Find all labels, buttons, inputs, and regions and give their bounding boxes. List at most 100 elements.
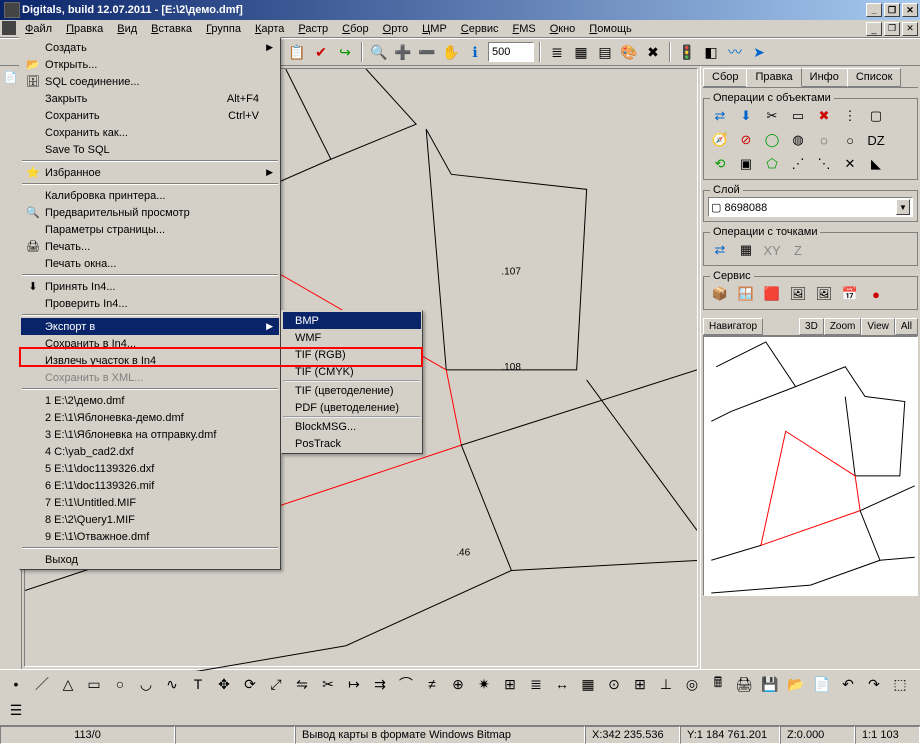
bt-group-icon[interactable]: ⊞ [498,672,522,696]
menu-sql-conn[interactable]: 🗄SQL соединение... [21,73,279,90]
grid-icon[interactable]: ▤ [594,41,616,63]
pt-xy-button[interactable]: XY [760,239,784,261]
compass-icon[interactable]: 🧭 [708,129,732,151]
cross-icon[interactable]: ✕ [838,153,862,175]
tab-info[interactable]: Инфо [801,68,848,87]
bt-scale-icon[interactable]: ⤢ [264,672,288,696]
del-circle-icon[interactable]: ⊘ [734,129,758,151]
maximize-button[interactable]: ❐ [884,3,900,17]
bt-arc-icon[interactable]: ◡ [134,672,158,696]
menu-save-as[interactable]: Сохранить как... [21,124,279,141]
curve-icon[interactable]: 〰 [724,41,746,63]
export-pdf-sep[interactable]: PDF (цветоделение) [283,399,421,416]
menu-preview[interactable]: 🔍Предварительный просмотр [21,204,279,221]
srv-colors-icon[interactable]: 🟥 [760,283,784,305]
menu-service[interactable]: Сервис [454,22,506,36]
bt-new-icon[interactable]: 📄 [810,672,834,696]
bt-extend-icon[interactable]: ↦ [342,672,366,696]
bt-rotate-icon[interactable]: ⟳ [238,672,262,696]
bt-mirror-icon[interactable]: ⇋ [290,672,314,696]
srv-img2-icon[interactable]: 🖼 [812,283,836,305]
menu-favorites[interactable]: ⭐Избранное▶ [21,164,279,181]
nav-all[interactable]: All [895,318,918,335]
menu-print[interactable]: 🖨Печать... [21,238,279,255]
menu-edit[interactable]: Правка [59,22,110,36]
info-icon[interactable]: ℹ [464,41,486,63]
redo-icon[interactable]: ↪ [334,41,356,63]
doc-icon[interactable]: 📄 [2,68,20,86]
down-icon[interactable]: ⬇ [734,105,758,127]
menu-page-setup[interactable]: Параметры страницы... [21,221,279,238]
bt-snap-icon[interactable]: ⊙ [602,672,626,696]
tab-list[interactable]: Список [847,68,902,87]
tab-collect[interactable]: Сбор [703,68,747,87]
poly-icon[interactable]: ⬠ [760,153,784,175]
menu-recent-3[interactable]: 3 E:\1\Яблоневка на отправку.dmf [21,426,279,443]
bt-calc-icon[interactable]: 🖩 [706,672,730,696]
menu-extract-in4[interactable]: Извлечь участок в In4 [21,352,279,369]
menu-recent-4[interactable]: 4 C:\yab_cad2.dxf [21,443,279,460]
dz-icon[interactable]: DZ [864,129,888,151]
menu-close[interactable]: ЗакрытьAlt+F4 [21,90,279,107]
bt-print-icon[interactable]: 🖨 [732,672,756,696]
palette-icon[interactable]: 🎨 [618,41,640,63]
bt-move-icon[interactable]: ✥ [212,672,236,696]
export-wmf[interactable]: WMF [283,329,421,346]
menu-recent-6[interactable]: 6 E:\1\doc1139326.mif [21,477,279,494]
slash-icon[interactable]: ✖ [812,105,836,127]
table-icon[interactable]: ▦ [570,41,592,63]
srv-cal-icon[interactable]: 📅 [838,283,862,305]
bt-redo2-icon[interactable]: ↷ [862,672,886,696]
chevron-down-icon[interactable]: ▼ [896,199,910,215]
bt-line-icon[interactable]: ／ [30,672,54,696]
arrow-icon[interactable]: ➤ [748,41,770,63]
menu-recent-7[interactable]: 7 E:\1\Untitled.MIF [21,494,279,511]
bt-text-icon[interactable]: T [186,672,210,696]
ellipse2-icon[interactable]: ◍ [786,129,810,151]
bt-sel-icon[interactable]: ⬚ [888,672,912,696]
export-tif-sep[interactable]: TIF (цветоделение) [283,382,421,399]
bt-area-icon[interactable]: ▦ [576,672,600,696]
layers-icon[interactable]: ≣ [546,41,568,63]
export-tif-cmyk[interactable]: TIF (CMYK) [283,363,421,380]
menu-collect[interactable]: Сбор [335,22,376,36]
mdi-close[interactable]: ✕ [902,22,918,36]
menu-export[interactable]: Экспорт в▶ [21,318,279,335]
close-button[interactable]: ✕ [902,3,918,17]
menu-recent-2[interactable]: 2 E:\1\Яблоневка-демо.dmf [21,409,279,426]
dots-icon[interactable]: ⋮ [838,105,862,127]
zoom-in-icon[interactable]: ➕ [392,41,414,63]
check-icon[interactable]: ✔ [310,41,332,63]
bt-dim-icon[interactable]: ↔ [550,672,574,696]
hatch1-icon[interactable]: ⋰ [786,153,810,175]
export-blockmsg[interactable]: BlockMSG... [283,418,421,435]
zoom-out-icon[interactable]: ➖ [416,41,438,63]
swap-icon[interactable]: ⇄ [708,105,732,127]
shade-icon[interactable]: ◧ [700,41,722,63]
menu-file[interactable]: Файл [18,22,59,36]
menu-save-sql[interactable]: Save To SQL [21,141,279,158]
export-postrack[interactable]: PosTrack [283,435,421,452]
menu-print-window[interactable]: Печать окна... [21,255,279,272]
square-icon[interactable]: ▣ [734,153,758,175]
menu-dem[interactable]: ЦМР [415,22,454,36]
menu-raster[interactable]: Растр [291,22,335,36]
menu-map[interactable]: Карта [248,22,291,36]
srv-img1-icon[interactable]: 🖼 [786,283,810,305]
bt-undo-icon[interactable]: ↶ [836,672,860,696]
bt-join-icon[interactable]: ⊕ [446,672,470,696]
menu-printer-calib[interactable]: Калибровка принтера... [21,187,279,204]
hatch2-icon[interactable]: ⋱ [812,153,836,175]
scale-input[interactable] [488,42,534,62]
bt-explode-icon[interactable]: ✷ [472,672,496,696]
ellipse3-icon[interactable]: ◌ [812,129,836,151]
bt-osnap-icon[interactable]: ◎ [680,672,704,696]
menu-recent-1[interactable]: 1 E:\2\демо.dmf [21,392,279,409]
menu-recent-5[interactable]: 5 E:\1\doc1139326.dxf [21,460,279,477]
menu-insert[interactable]: Вставка [144,22,199,36]
menu-recent-9[interactable]: 9 E:\1\Отважное.dmf [21,528,279,545]
bt-ortho-icon[interactable]: ⊥ [654,672,678,696]
menu-recent-8[interactable]: 8 E:\2\Query1.MIF [21,511,279,528]
srv-dot-icon[interactable]: ● [864,283,888,305]
nav-3d[interactable]: 3D [799,318,824,335]
